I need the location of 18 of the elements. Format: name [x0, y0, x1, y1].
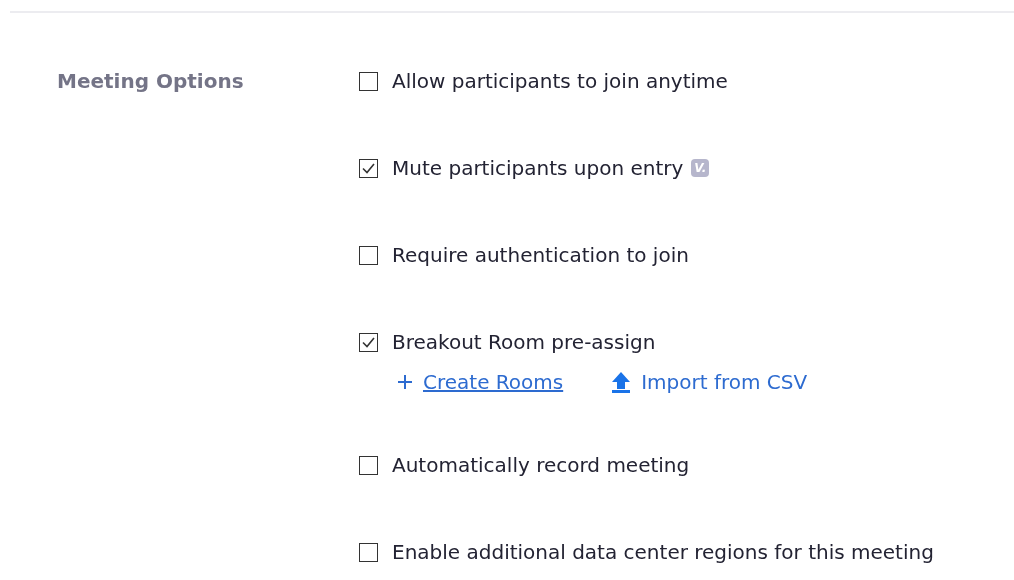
badge: V.	[691, 159, 710, 177]
plus-icon	[397, 374, 413, 390]
import-link[interactable]: Import from CSV	[611, 370, 808, 394]
upload-icon	[611, 371, 632, 393]
create-link[interactable]: Create Rooms	[397, 370, 564, 394]
option-label: Automatically record meeting	[392, 453, 690, 477]
option-label: Enable additional data center regions for this meeting	[392, 540, 934, 564]
checkbox[interactable]	[359, 245, 378, 265]
option-label: Mute participants upon entry	[392, 156, 684, 180]
option-label: Require authentication to join	[392, 243, 689, 267]
section-label: Meeting Options	[57, 68, 245, 95]
checkbox[interactable]	[359, 332, 378, 352]
option-label: Allow participants to join anytime	[392, 69, 728, 93]
option-label: Breakout Room pre-assign	[392, 330, 656, 354]
checkbox[interactable]	[359, 158, 378, 178]
checkbox[interactable]	[359, 455, 378, 475]
checkbox[interactable]	[359, 542, 378, 562]
checkbox[interactable]	[359, 71, 378, 91]
